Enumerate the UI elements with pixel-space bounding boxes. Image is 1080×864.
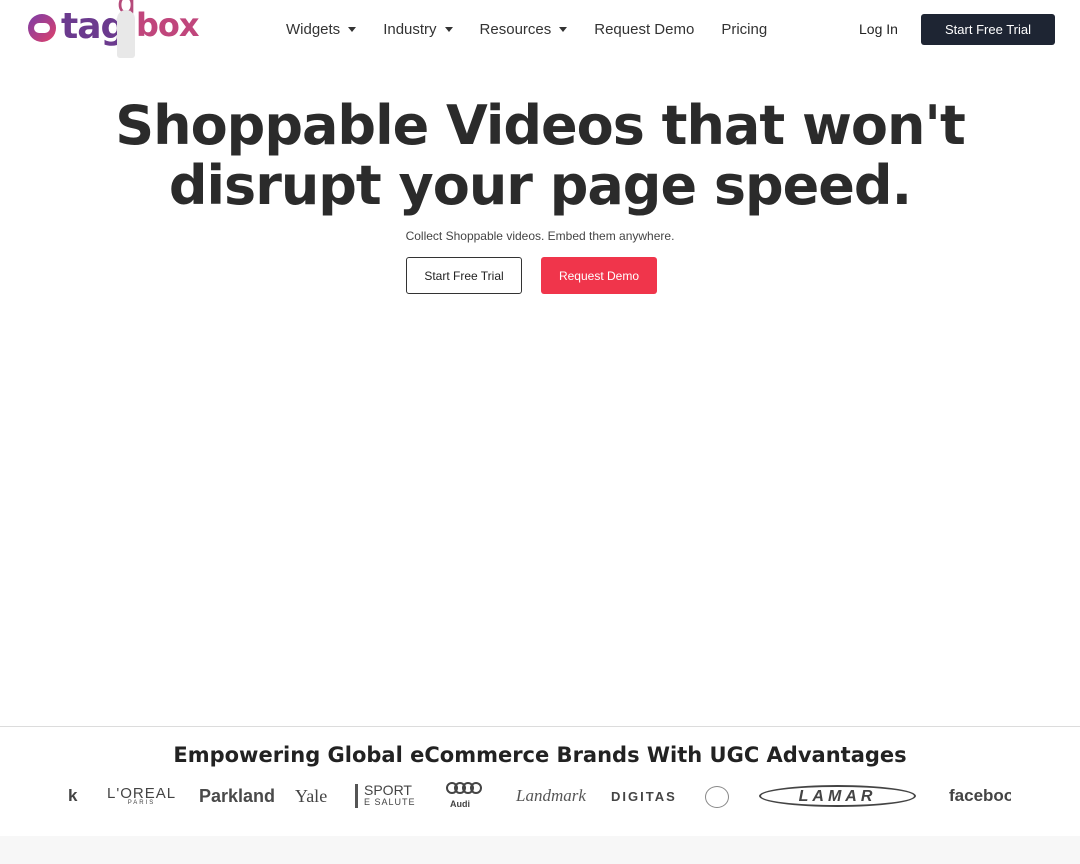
site-header: tag g box Widgets Industry Resources Req… <box>0 0 1080 58</box>
chevron-down-icon <box>444 26 453 32</box>
yale-logo: Yale <box>295 786 328 806</box>
hero-subtitle: Collect Shoppable videos. Embed them any… <box>405 229 675 243</box>
start-free-trial-header-button[interactable]: Start Free Trial <box>921 14 1055 45</box>
brand-logo-carousel: k L'OREAL PARIS Parkland Yale SPORT E SA… <box>0 780 1080 812</box>
nav-resources[interactable]: Resources <box>480 21 568 38</box>
sport-e-salute-logo: SPORT E SALUTE <box>355 783 416 808</box>
next-section-band <box>0 836 1080 864</box>
facebook-logo-partial: faceboo <box>949 786 1011 805</box>
facebook-logo-partial: k <box>68 786 78 805</box>
nav-industry[interactable]: Industry <box>383 21 453 38</box>
request-demo-button[interactable]: Request Demo <box>541 257 657 294</box>
taggbox-logo[interactable]: tag g box <box>28 0 200 58</box>
logo-word-tag: tag <box>61 6 126 47</box>
main-nav: Widgets Industry Resources Request Demo … <box>286 18 794 40</box>
hero-title: Shoppable Videos that won't disrupt your… <box>115 94 966 217</box>
brands-title: Empowering Global eCommerce Brands With … <box>173 743 907 767</box>
audi-logo: Audi <box>446 782 482 812</box>
person-icon <box>117 10 135 58</box>
lamar-logo: LAMAR <box>759 785 916 807</box>
landmark-logo: Landmark <box>516 786 586 805</box>
audi-rings-icon <box>446 782 482 794</box>
logo-word-box: box <box>136 6 200 44</box>
nav-request-demo[interactable]: Request Demo <box>594 21 694 38</box>
nav-pricing[interactable]: Pricing <box>721 21 767 38</box>
parkland-logo: Parkland <box>199 786 276 806</box>
chevron-down-icon <box>559 26 568 32</box>
chevron-down-icon <box>348 26 357 32</box>
login-link[interactable]: Log In <box>859 21 898 37</box>
nav-widgets[interactable]: Widgets <box>286 21 357 38</box>
chat-bubble-icon <box>28 14 56 42</box>
loreal-logo: L'OREAL PARIS <box>107 785 177 806</box>
digitas-logo: DIGITAS <box>611 789 677 804</box>
start-free-trial-button[interactable]: Start Free Trial <box>406 257 522 294</box>
united-nations-emblem-icon <box>705 786 729 808</box>
section-divider <box>0 726 1080 727</box>
